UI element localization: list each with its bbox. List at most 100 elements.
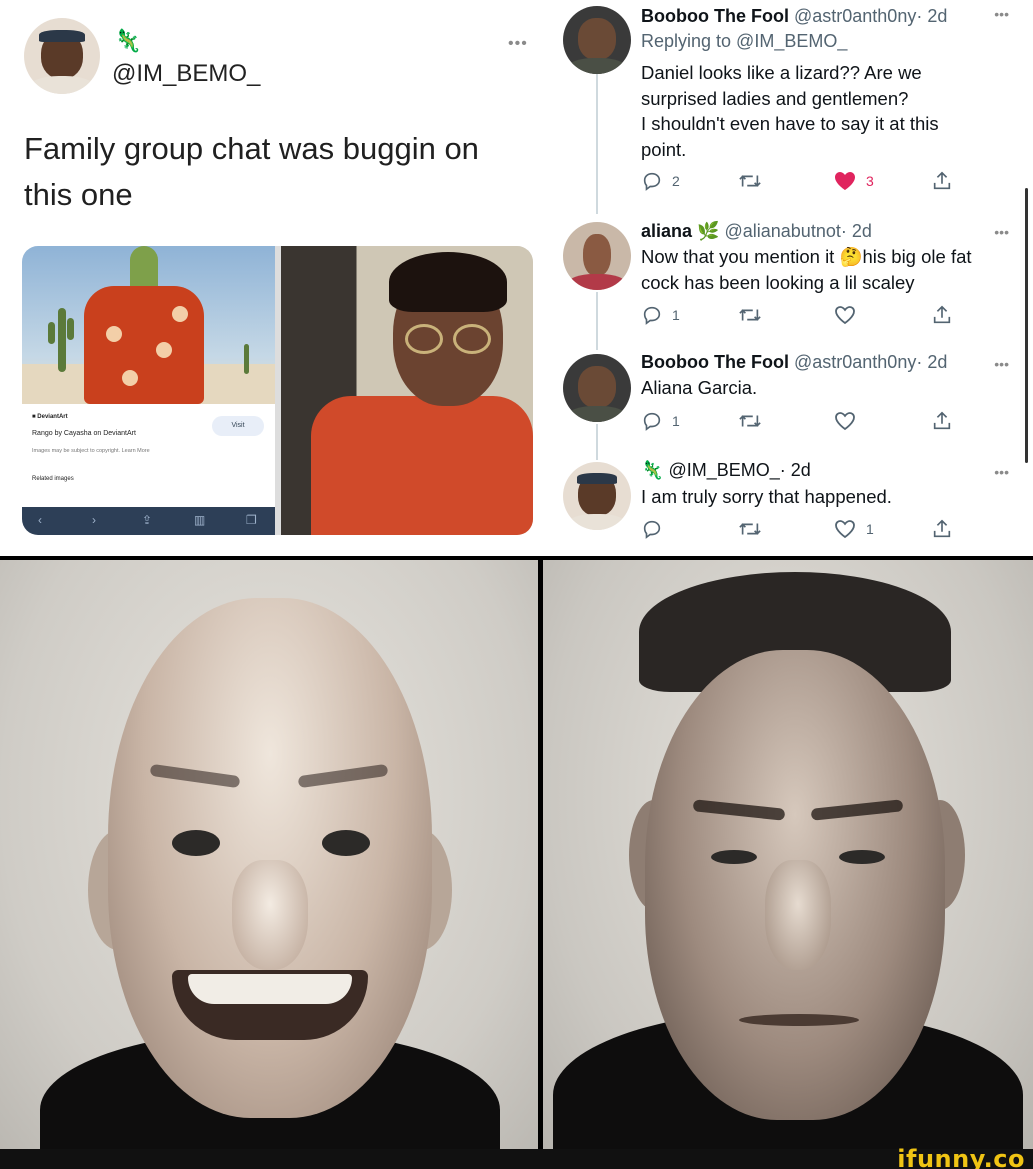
smiling-bald-man-image bbox=[0, 560, 538, 1149]
heart-outline-icon bbox=[835, 306, 855, 325]
handle[interactable]: @IM_BEMO_ bbox=[668, 460, 779, 480]
reply-text-line: Aliana Garcia. bbox=[641, 377, 758, 398]
like-count: 3 bbox=[866, 173, 874, 189]
more-options-icon[interactable]: ••• bbox=[994, 6, 1009, 22]
timestamp: · 2d bbox=[779, 460, 811, 480]
source-label: DeviantArt bbox=[37, 414, 68, 420]
handle[interactable]: @astr0anth0ny bbox=[794, 352, 916, 372]
frowning-bald-man-image bbox=[543, 560, 1033, 1149]
retweet-icon bbox=[739, 175, 761, 187]
reply-button[interactable]: 2 bbox=[641, 170, 680, 192]
heart-outline-icon bbox=[835, 412, 855, 431]
display-name[interactable]: Booboo The Fool bbox=[641, 352, 789, 372]
author-handle[interactable]: @IM_BEMO_ bbox=[112, 60, 260, 88]
like-count: 1 bbox=[866, 521, 874, 537]
replying-to[interactable]: Replying to @IM_BEMO_ bbox=[641, 31, 847, 52]
reply-text: I am truly sorry that happened. bbox=[641, 484, 1013, 510]
reply-thread: Booboo The Fool @astr0anth0ny· 2d ••• Re… bbox=[543, 0, 1033, 556]
reply-text: Now that you mention it 🤔his big ole fat… bbox=[641, 244, 1013, 295]
image-search-card: ■ DeviantArt Rango by Cayasha on Deviant… bbox=[22, 404, 275, 535]
reply-avatar[interactable] bbox=[563, 222, 631, 290]
like-button[interactable] bbox=[833, 410, 866, 432]
retweet-icon bbox=[739, 415, 761, 427]
handle[interactable]: @astr0anth0ny bbox=[794, 6, 916, 26]
tweet-text: Family group chat was buggin on this one bbox=[24, 126, 524, 218]
gecko-emoji: 🦎 bbox=[641, 460, 664, 480]
tweet-text-line: this one bbox=[24, 177, 133, 212]
reply-button[interactable]: 1 bbox=[641, 410, 680, 432]
share-button[interactable] bbox=[931, 170, 953, 192]
reply-avatar[interactable] bbox=[563, 462, 631, 530]
scrollbar[interactable] bbox=[1025, 188, 1028, 463]
like-button[interactable]: 3 bbox=[833, 170, 874, 192]
ifunny-watermark[interactable]: ifunny.co bbox=[897, 1145, 1025, 1169]
reply-text: Daniel looks like a lizard?? Are we surp… bbox=[641, 60, 1013, 162]
related-images-label: Related images bbox=[32, 476, 74, 482]
more-options-icon[interactable]: ••• bbox=[508, 35, 528, 53]
share-icon bbox=[933, 519, 951, 538]
author-avatar[interactable] bbox=[24, 18, 100, 94]
plant-emoji: 🌿 bbox=[697, 221, 720, 241]
action-bar: 1 bbox=[641, 410, 961, 436]
like-button[interactable] bbox=[833, 304, 866, 326]
person-photo-image bbox=[281, 246, 533, 535]
reply-icon bbox=[643, 306, 661, 325]
action-bar: 1 bbox=[641, 304, 961, 330]
like-button[interactable]: 1 bbox=[833, 518, 874, 540]
share-icon bbox=[933, 171, 951, 190]
timestamp: · 2d bbox=[916, 352, 948, 372]
reply-button[interactable]: 1 bbox=[641, 304, 680, 326]
display-name[interactable]: Booboo The Fool bbox=[641, 6, 789, 26]
reply-text-line: cock has been looking a lil scaley bbox=[641, 271, 915, 293]
action-bar: 1 bbox=[641, 518, 961, 544]
reply-text-line: surprised ladies and gentlemen? bbox=[641, 87, 909, 109]
retweet-button[interactable] bbox=[738, 170, 762, 192]
rango-screenshot-image: ■ DeviantArt Rango by Cayasha on Deviant… bbox=[22, 246, 275, 535]
reply-count: 1 bbox=[672, 307, 680, 323]
copyright-note: Images may be subject to copyright. Lear… bbox=[32, 448, 150, 454]
share-icon bbox=[933, 411, 951, 430]
reply-text-line: I am truly sorry that happened. bbox=[641, 486, 892, 507]
more-options-icon[interactable]: ••• bbox=[994, 464, 1009, 480]
heart-outline-icon bbox=[835, 520, 855, 539]
retweet-button[interactable] bbox=[738, 410, 762, 432]
original-tweet: 🦎 @IM_BEMO_ ••• Family group chat was bu… bbox=[0, 0, 541, 556]
reply-text: Aliana Garcia. bbox=[641, 375, 1013, 401]
bookmarks-icon[interactable]: ▥ bbox=[194, 513, 205, 527]
thread-connector bbox=[596, 74, 598, 214]
reply-count: 1 bbox=[672, 413, 680, 429]
share-icon bbox=[933, 305, 951, 324]
reply-text-line: point. bbox=[641, 138, 687, 160]
reply-icon bbox=[643, 412, 661, 431]
reply-avatar[interactable] bbox=[563, 6, 631, 74]
tweet-text-line: Family group chat was buggin on bbox=[24, 131, 479, 166]
forward-icon[interactable]: › bbox=[92, 513, 96, 527]
share-button[interactable] bbox=[931, 410, 953, 432]
share-icon[interactable]: ⇪ bbox=[142, 513, 152, 527]
reply-avatar[interactable] bbox=[563, 354, 631, 422]
tweet-media[interactable]: ■ DeviantArt Rango by Cayasha on Deviant… bbox=[22, 246, 533, 535]
tabs-icon[interactable]: ❐ bbox=[246, 513, 257, 527]
retweet-button[interactable] bbox=[738, 518, 762, 540]
reply-icon bbox=[643, 172, 661, 191]
thread-connector bbox=[596, 292, 598, 350]
gecko-emoji: 🦎 bbox=[114, 28, 142, 53]
more-options-icon[interactable]: ••• bbox=[994, 224, 1009, 240]
visit-button[interactable]: Visit bbox=[212, 416, 264, 436]
reply-button[interactable] bbox=[641, 518, 672, 540]
share-button[interactable] bbox=[931, 518, 953, 540]
image-title[interactable]: Rango by Cayasha on DeviantArt bbox=[32, 430, 136, 437]
handle[interactable]: @alianabutnot bbox=[724, 221, 840, 241]
reply-text-line: I shouldn't even have to say it at this bbox=[641, 113, 939, 134]
reply-icon bbox=[643, 520, 661, 539]
more-options-icon[interactable]: ••• bbox=[994, 356, 1009, 372]
retweet-button[interactable] bbox=[738, 304, 762, 326]
reply-count: 2 bbox=[672, 173, 680, 189]
back-icon[interactable]: ‹ bbox=[38, 513, 42, 527]
watermark-bar bbox=[0, 1149, 1033, 1169]
action-bar: 2 3 bbox=[641, 170, 961, 196]
share-button[interactable] bbox=[931, 304, 953, 326]
reply-text-line: Daniel looks like a lizard?? Are we bbox=[641, 62, 922, 83]
display-name[interactable]: aliana bbox=[641, 221, 692, 241]
reply-text-line: Now that you mention it 🤔his big ole fat bbox=[641, 246, 972, 267]
